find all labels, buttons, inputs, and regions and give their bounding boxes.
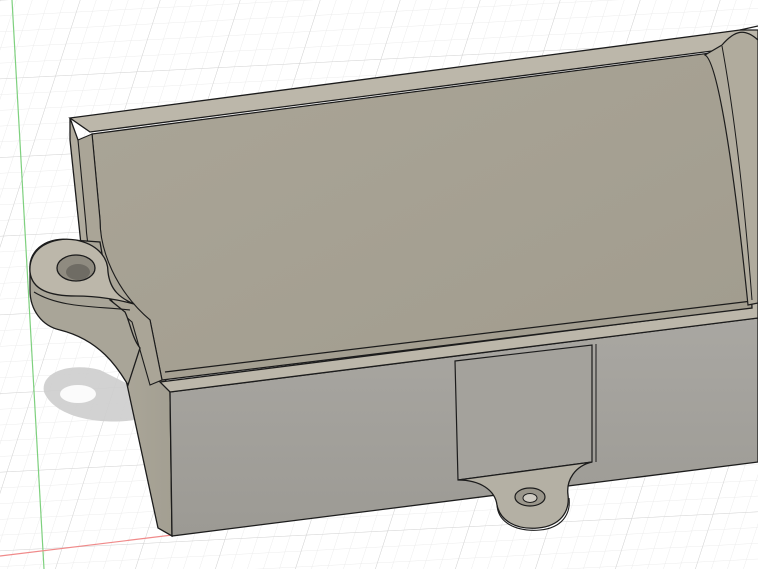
3d-viewport[interactable]: [0, 0, 758, 569]
tab-shadow-hole: [60, 385, 96, 403]
front-recess-panel: [454, 344, 593, 481]
viewport-canvas[interactable]: [0, 0, 758, 569]
